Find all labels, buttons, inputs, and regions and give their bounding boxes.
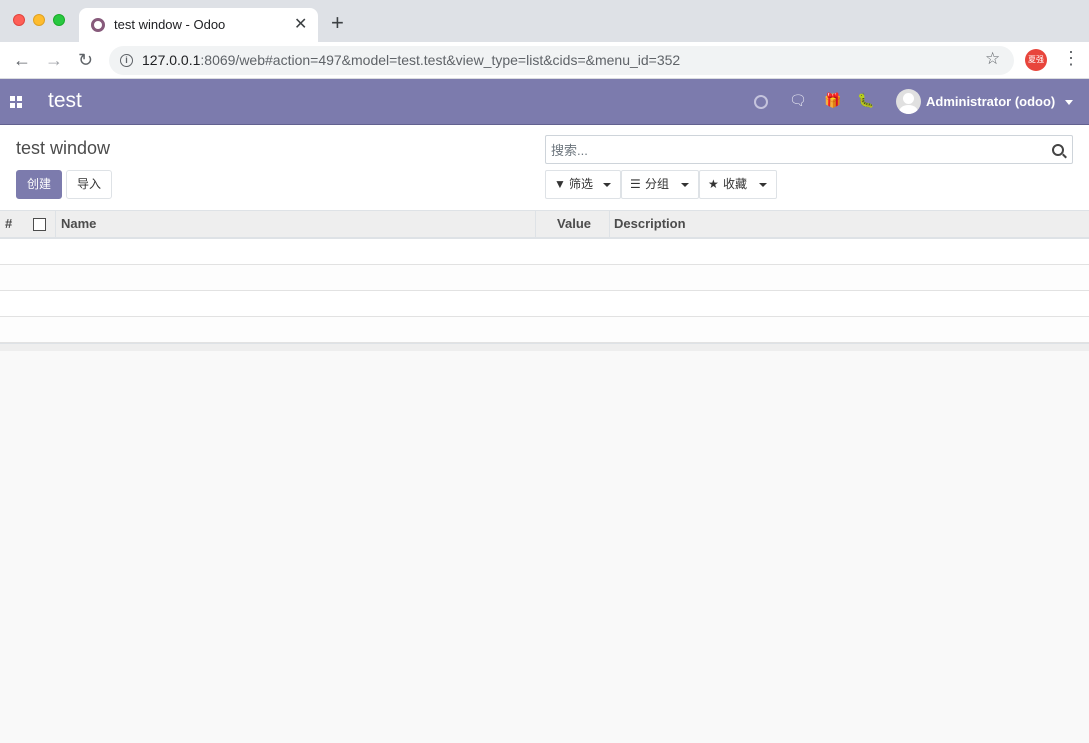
favorites-dropdown[interactable]: ★ 收藏	[699, 170, 777, 199]
url-path: :8069/web#action=497&model=test.test&vie…	[200, 52, 681, 68]
profile-avatar[interactable]: 夏强	[1025, 49, 1047, 71]
table-header: # Name Value Description	[0, 211, 1089, 239]
groupby-dropdown[interactable]: ☰ 分组	[621, 170, 699, 199]
user-menu[interactable]: Administrator (odoo)	[926, 94, 1055, 109]
gift-icon[interactable]: 🎁	[824, 92, 841, 109]
forward-arrow-icon[interactable]: →	[45, 50, 63, 70]
column-header-name[interactable]: Name	[55, 211, 536, 239]
filter-funnel-icon: ▼	[554, 177, 566, 191]
list-view: # Name Value Description	[0, 211, 1089, 351]
browser-tab-bar: test window - Odoo ✕ +	[0, 0, 1089, 42]
user-menu-caret-icon[interactable]	[1065, 100, 1073, 105]
chevron-down-icon	[681, 183, 689, 187]
create-button[interactable]: 创建	[16, 170, 62, 199]
empty-table-row	[0, 291, 1089, 317]
column-header-value[interactable]: Value	[536, 211, 610, 239]
user-avatar[interactable]	[896, 89, 921, 114]
table-footer	[0, 343, 1089, 351]
column-header-description[interactable]: Description	[610, 211, 1089, 239]
chevron-down-icon	[759, 183, 767, 187]
messaging-chat-icon[interactable]: 🗨	[789, 92, 807, 109]
star-icon: ★	[708, 177, 719, 191]
tab-title: test window - Odoo	[114, 17, 226, 32]
control-panel: test window 创建 导入 ▼ 筛选 ☰ 分组 ★ 收藏	[0, 125, 1089, 211]
url-text[interactable]: 127.0.0.1:8069/web#action=497&model=test…	[142, 52, 680, 68]
new-tab-button[interactable]: +	[331, 12, 344, 34]
tab-close-icon[interactable]: ✕	[294, 14, 307, 34]
more-vert-icon[interactable]: ⋮	[1062, 48, 1080, 69]
odoo-favicon-icon	[91, 18, 105, 32]
list-bars-icon: ☰	[630, 177, 641, 191]
window-minimize-button[interactable]	[33, 14, 45, 26]
empty-table-row	[0, 239, 1089, 265]
app-brand[interactable]: test	[48, 89, 82, 113]
favorites-label: 收藏	[723, 177, 748, 191]
url-host: 127.0.0.1	[142, 52, 201, 68]
window-zoom-button[interactable]	[53, 14, 65, 26]
empty-table-row	[0, 317, 1089, 343]
back-arrow-icon[interactable]: ←	[13, 50, 31, 70]
search-icon[interactable]	[1052, 144, 1064, 156]
reload-icon[interactable]: ↻	[78, 50, 93, 70]
info-icon[interactable]: i	[120, 54, 133, 67]
groupby-label: 分组	[645, 177, 670, 191]
odoo-main-navbar: test 🗨 🎁 🐛 Administrator (odoo)	[0, 79, 1089, 125]
empty-table-row	[0, 265, 1089, 291]
import-button[interactable]: 导入	[66, 170, 112, 199]
select-all-checkbox[interactable]	[33, 218, 46, 231]
column-header-number: #	[5, 216, 13, 231]
browser-tab[interactable]: test window - Odoo ✕	[79, 8, 318, 42]
bookmark-star-icon[interactable]: ☆	[985, 49, 1000, 69]
filters-dropdown[interactable]: ▼ 筛选	[545, 170, 621, 199]
browser-toolbar: ← → ↻ i 127.0.0.1:8069/web#action=497&mo…	[0, 42, 1089, 79]
filters-label: 筛选	[569, 177, 594, 191]
debug-bug-icon[interactable]: 🐛	[857, 92, 874, 109]
breadcrumb: test window	[16, 138, 111, 158]
window-close-button[interactable]	[13, 14, 25, 26]
chevron-down-icon	[603, 183, 611, 187]
activity-clock-icon[interactable]	[754, 95, 768, 109]
address-bar[interactable]: i 127.0.0.1:8069/web#action=497&model=te…	[109, 46, 1014, 75]
search-box	[545, 135, 1073, 164]
search-input[interactable]	[551, 141, 1041, 159]
apps-menu-icon[interactable]	[10, 96, 22, 108]
select-all-checkbox-cell	[27, 211, 55, 239]
